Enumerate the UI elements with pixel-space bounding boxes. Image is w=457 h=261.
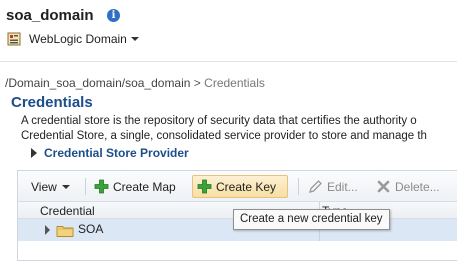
header-divider — [0, 61, 457, 62]
pencil-icon — [309, 180, 322, 193]
credential-store-provider-toggle[interactable]: Credential Store Provider — [31, 146, 189, 160]
credentials-toolbar: View Create Map Create Key Edit... Delet… — [18, 171, 457, 202]
toolbar-divider — [298, 178, 299, 195]
chevron-down-icon — [130, 37, 139, 41]
plus-green-icon — [94, 179, 109, 194]
page-title: Credentials — [11, 94, 93, 111]
x-delete-icon — [377, 180, 390, 193]
page-description: A credential store is the repository of … — [21, 114, 457, 144]
credential-name: SOA — [78, 222, 104, 236]
toolbar-divider — [85, 178, 86, 195]
chevron-down-icon — [61, 184, 70, 189]
domain-title: soa_domain — [6, 7, 94, 24]
create-key-button[interactable]: Create Key — [192, 175, 288, 198]
delete-label: Delete... — [395, 179, 440, 194]
plus-green-icon — [197, 179, 212, 194]
edit-button[interactable]: Edit... — [308, 175, 358, 198]
description-line-2: Credential Store, a single, consolidated… — [21, 130, 427, 142]
expand-triangle-icon[interactable] — [45, 225, 50, 235]
breadcrumb-current: Credentials — [204, 76, 265, 90]
expand-triangle-icon — [31, 148, 37, 158]
info-icon[interactable]: i — [107, 9, 120, 22]
create-map-button[interactable]: Create Map — [94, 175, 176, 198]
page-header: soa_domain i WebLogic Domain — [0, 0, 457, 62]
view-menu-button[interactable]: View — [31, 175, 70, 198]
create-key-tooltip: Create a new credential key — [233, 209, 390, 230]
breadcrumb-path-link[interactable]: /Domain_soa_domain/soa_domain — [5, 76, 190, 90]
weblogic-domain-label: WebLogic Domain — [29, 32, 127, 46]
create-map-label: Create Map — [113, 179, 176, 194]
create-key-label: Create Key — [216, 179, 277, 194]
breadcrumb: /Domain_soa_domain/soa_domain > Credenti… — [5, 76, 265, 90]
column-header-credential[interactable]: Credential — [40, 204, 95, 218]
folder-icon — [56, 226, 74, 237]
delete-button[interactable]: Delete... — [376, 175, 440, 198]
edit-label: Edit... — [327, 179, 358, 194]
credential-store-provider-label: Credential Store Provider — [44, 146, 189, 160]
view-label: View — [31, 179, 57, 194]
weblogic-domain-menu[interactable]: WebLogic Domain — [7, 30, 139, 48]
breadcrumb-separator: > — [193, 76, 201, 90]
description-line-1: A credential store is the repository of … — [21, 115, 417, 127]
weblogic-domain-icon — [7, 32, 21, 46]
